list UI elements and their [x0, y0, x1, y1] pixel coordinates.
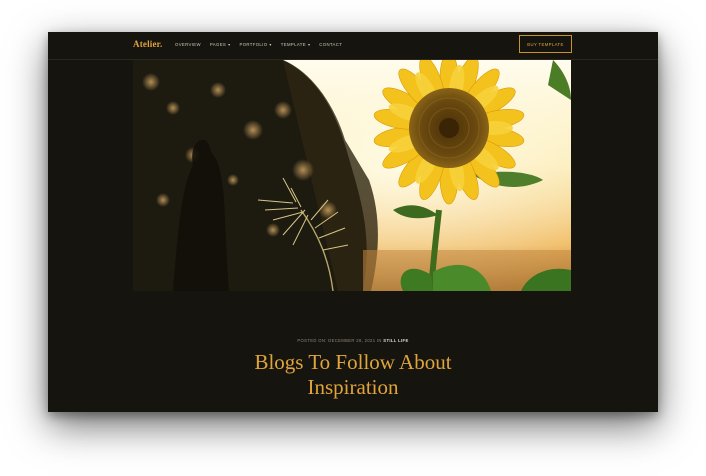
menu-item-label: OVERVIEW [175, 42, 201, 47]
browser-window: Atelier. OVERVIEW PAGES ▾ PORTFOLIO ▾ TEMP… [48, 32, 658, 412]
menu-item-label: PORTFOLIO [239, 42, 268, 47]
menu-item-contact[interactable]: CONTACT [319, 42, 342, 47]
hero-image [133, 60, 571, 291]
menu-item-label: CONTACT [319, 42, 343, 47]
site-logo[interactable]: Atelier. [133, 39, 163, 49]
main-menu: OVERVIEW PAGES ▾ PORTFOLIO ▾ TEMPLATE ▾ CON… [175, 42, 342, 47]
chevron-down-icon: ▾ [307, 42, 311, 47]
chevron-down-icon: ▾ [269, 42, 272, 47]
menu-item-label: TEMPLATE [280, 42, 306, 47]
post-date: POSTED ON: DECEMBER 28, 2021 IN [297, 338, 382, 343]
post-category-link[interactable]: STILL LIFE [383, 338, 408, 343]
chevron-down-icon: ▾ [228, 42, 231, 47]
menu-item-overview[interactable]: OVERVIEW [175, 42, 201, 47]
post-meta: POSTED ON: DECEMBER 28, 2021 IN STILL LI… [48, 338, 658, 343]
menu-item-portfolio[interactable]: PORTFOLIO ▾ [240, 42, 272, 47]
post-title: Blogs To Follow About Inspiration [254, 350, 452, 399]
site-header: Atelier. OVERVIEW PAGES ▾ PORTFOLIO ▾ TEMP… [48, 32, 658, 60]
menu-item-template[interactable]: TEMPLATE ▾ [281, 42, 311, 47]
menu-item-label: PAGES [209, 42, 227, 47]
menu-item-pages[interactable]: PAGES ▾ [210, 42, 231, 47]
buy-template-button[interactable]: BUY TEMPLATE [519, 35, 572, 53]
